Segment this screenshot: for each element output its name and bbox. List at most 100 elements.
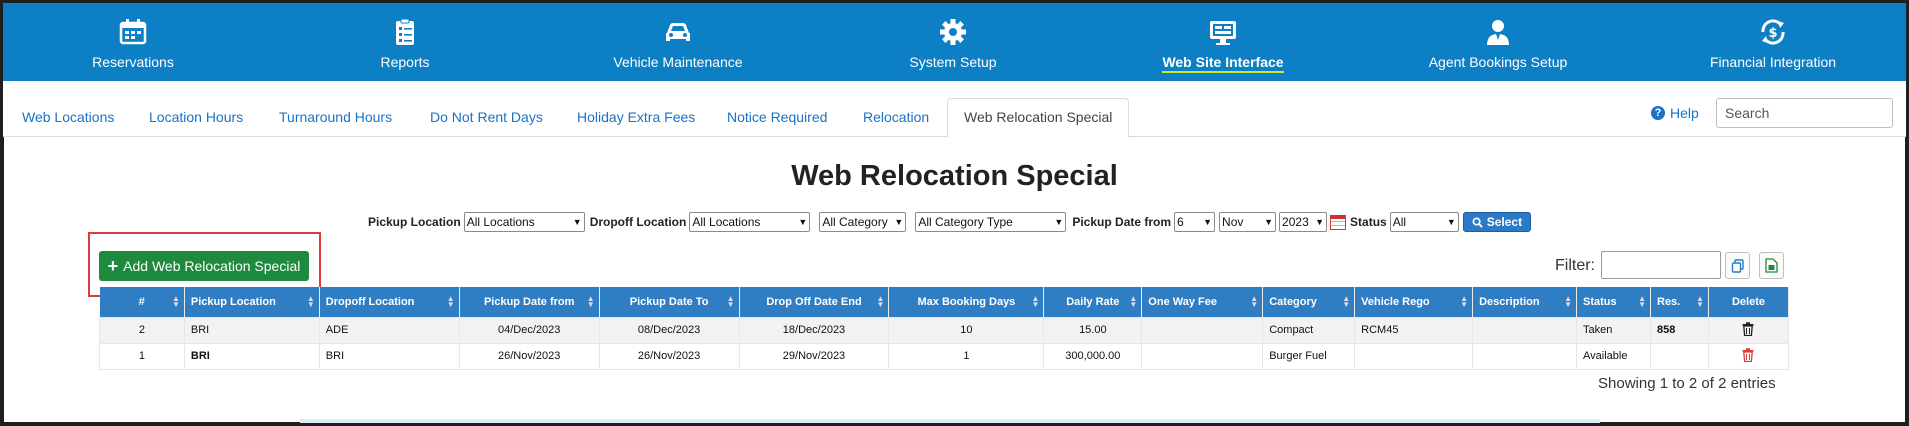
header-label: Dropoff Location bbox=[325, 295, 415, 308]
tab-location-hours[interactable]: Location Hours bbox=[149, 109, 243, 125]
nav-financial-integration[interactable]: $ Financial Integration bbox=[1693, 3, 1853, 81]
column-header[interactable]: Description ▲ ▼ bbox=[1472, 287, 1578, 317]
cell-vehicle-rego: RCM45 bbox=[1354, 316, 1474, 344]
tab-holiday-extra-fees[interactable]: Holiday Extra Fees bbox=[577, 109, 695, 125]
status-select[interactable]: All ▼ bbox=[1389, 212, 1459, 232]
category-value: All Category bbox=[822, 215, 888, 229]
header-label: Vehicle Rego bbox=[1361, 295, 1430, 308]
cell-number: 2 bbox=[99, 316, 185, 344]
plus-icon: + bbox=[107, 256, 119, 276]
tab-turnaround-hours[interactable]: Turnaround Hours bbox=[279, 109, 392, 125]
tab-notice-required[interactable]: Notice Required bbox=[727, 109, 827, 125]
header-label: # bbox=[138, 295, 145, 308]
header-label: Description bbox=[1479, 295, 1540, 308]
chevron-down-icon: ▼ bbox=[1054, 217, 1064, 227]
cell-res-link[interactable] bbox=[1650, 342, 1709, 370]
header-label: One Way Fee bbox=[1148, 295, 1217, 308]
tab-relocation[interactable]: Relocation bbox=[863, 109, 929, 125]
chevron-down-icon: ▼ bbox=[1446, 217, 1456, 227]
sort-icon: ▲ ▼ bbox=[1696, 294, 1704, 309]
nav-agent-bookings-setup[interactable]: Agent Bookings Setup bbox=[1413, 3, 1583, 81]
nav-reservations[interactable]: Reservations bbox=[73, 3, 193, 81]
column-header[interactable]: Pickup Date To ▲ ▼ bbox=[599, 287, 740, 317]
column-header[interactable]: One Way Fee ▲ ▼ bbox=[1141, 287, 1264, 317]
cell-pickup-date-from: 04/Dec/2023 bbox=[458, 316, 600, 344]
cell-delete bbox=[1707, 316, 1790, 344]
table-header-row: # ▲ ▼ Pickup Location ▲ ▼ Dropoff Location ▲ ▼… bbox=[99, 287, 1790, 317]
sort-icon: ▲ ▼ bbox=[171, 294, 180, 309]
export-excel-button[interactable] bbox=[1759, 252, 1784, 279]
header-label: Daily Rate bbox=[1066, 295, 1120, 308]
help-label: Help bbox=[1670, 105, 1699, 121]
table-row[interactable]: 2 BRI ADE 04/Dec/2023 08/Dec/2023 18/Dec… bbox=[99, 316, 1790, 344]
column-header[interactable]: # ▲ ▼ bbox=[99, 287, 185, 317]
column-header[interactable]: Dropoff Location ▲ ▼ bbox=[319, 287, 460, 317]
category-select[interactable]: All Category ▼ bbox=[819, 212, 907, 232]
calendar-picker-icon[interactable] bbox=[1330, 214, 1347, 230]
copy-icon bbox=[1731, 258, 1744, 273]
cell-category: Compact bbox=[1262, 316, 1356, 344]
tab-web-locations[interactable]: Web Locations bbox=[22, 109, 114, 125]
month-select[interactable]: Nov ▼ bbox=[1219, 212, 1277, 232]
nav-vehicle-maintenance[interactable]: Vehicle Maintenance bbox=[598, 3, 758, 81]
cell-dropoff-date-end: 29/Nov/2023 bbox=[738, 342, 890, 370]
status-label: Status bbox=[1350, 215, 1387, 229]
dropoff-location-value: All Locations bbox=[692, 215, 761, 229]
nav-reports[interactable]: Reports bbox=[345, 3, 465, 81]
nav-label: Agent Bookings Setup bbox=[1428, 54, 1568, 70]
header-label: Max Booking Days bbox=[917, 295, 1016, 308]
pagination-info: Showing 1 to 2 of 2 entries bbox=[1598, 375, 1776, 392]
table-row[interactable]: 1 BRI BRI 26/Nov/2023 26/Nov/2023 29/Nov… bbox=[99, 342, 1790, 370]
header-label: Pickup Location bbox=[190, 295, 276, 308]
column-header[interactable]: Status ▲ ▼ bbox=[1576, 287, 1651, 317]
trash-icon[interactable] bbox=[1742, 321, 1754, 336]
cell-pickup-date-from: 26/Nov/2023 bbox=[458, 342, 600, 370]
filter-input[interactable] bbox=[1601, 251, 1721, 279]
tab-web-relocation-special[interactable]: Web Relocation Special bbox=[947, 98, 1130, 138]
copy-button[interactable] bbox=[1725, 252, 1750, 279]
cell-res-link[interactable]: 858 bbox=[1650, 316, 1709, 344]
column-header[interactable]: Daily Rate ▲ ▼ bbox=[1043, 287, 1143, 317]
trash-icon[interactable] bbox=[1742, 347, 1754, 362]
year-select[interactable]: 2023 ▼ bbox=[1279, 212, 1328, 232]
cell-max-booking-days: 10 bbox=[888, 316, 1045, 344]
cell-dropoff-location: BRI bbox=[318, 342, 460, 370]
dropoff-location-label: Dropoff Location bbox=[589, 215, 687, 229]
cell-one-way-fee bbox=[1141, 316, 1264, 344]
column-header[interactable]: Category ▲ ▼ bbox=[1262, 287, 1356, 317]
search-input[interactable] bbox=[1716, 98, 1893, 128]
column-header[interactable]: Pickup Location ▲ ▼ bbox=[184, 287, 320, 317]
column-header[interactable]: Res. ▲ ▼ bbox=[1650, 287, 1709, 317]
search-icon bbox=[1472, 217, 1483, 228]
add-web-relocation-special-button[interactable]: + Add Web Relocation Special bbox=[99, 251, 309, 281]
column-header[interactable]: Vehicle Rego ▲ ▼ bbox=[1354, 287, 1474, 317]
car-icon bbox=[666, 23, 690, 41]
chevron-down-icon: ▼ bbox=[798, 217, 808, 227]
pickup-location-select[interactable]: All Locations ▼ bbox=[463, 212, 585, 232]
cell-pickup-date-to: 08/Dec/2023 bbox=[598, 316, 740, 344]
cell-delete bbox=[1707, 342, 1790, 370]
column-header[interactable]: Pickup Date from ▲ ▼ bbox=[459, 287, 600, 317]
cell-pickup-location: BRI bbox=[183, 342, 320, 370]
cell-dropoff-date-end: 18/Dec/2023 bbox=[738, 316, 890, 344]
chevron-down-icon: ▼ bbox=[572, 217, 582, 227]
dropoff-location-select[interactable]: All Locations ▼ bbox=[689, 212, 811, 232]
tab-do-not-rent-days[interactable]: Do Not Rent Days bbox=[430, 109, 543, 125]
nav-web-site-interface[interactable]: Web Site Interface bbox=[1143, 3, 1303, 81]
day-select[interactable]: 6 ▼ bbox=[1174, 212, 1216, 232]
column-header[interactable]: Max Booking Days ▲ ▼ bbox=[888, 287, 1045, 317]
cell-description bbox=[1472, 316, 1578, 344]
cell-pickup-date-to: 26/Nov/2023 bbox=[598, 342, 740, 370]
column-header[interactable]: Drop Off Date End ▲ ▼ bbox=[739, 287, 890, 317]
page-title: Web Relocation Special bbox=[791, 160, 1118, 192]
category-type-select[interactable]: All Category Type ▼ bbox=[915, 212, 1067, 232]
nav-system-setup[interactable]: System Setup bbox=[888, 3, 1018, 81]
cell-dropoff-location: ADE bbox=[318, 316, 460, 344]
help-link[interactable]: ? Help bbox=[1651, 105, 1699, 121]
select-button[interactable]: Select bbox=[1462, 212, 1532, 232]
cell-category: Burger Fuel bbox=[1262, 342, 1356, 370]
bottom-strip bbox=[300, 419, 1600, 423]
nav-label: Reservations bbox=[92, 54, 174, 70]
pickup-location-label: Pickup Location bbox=[368, 215, 461, 229]
chevron-down-icon: ▼ bbox=[1203, 217, 1213, 227]
